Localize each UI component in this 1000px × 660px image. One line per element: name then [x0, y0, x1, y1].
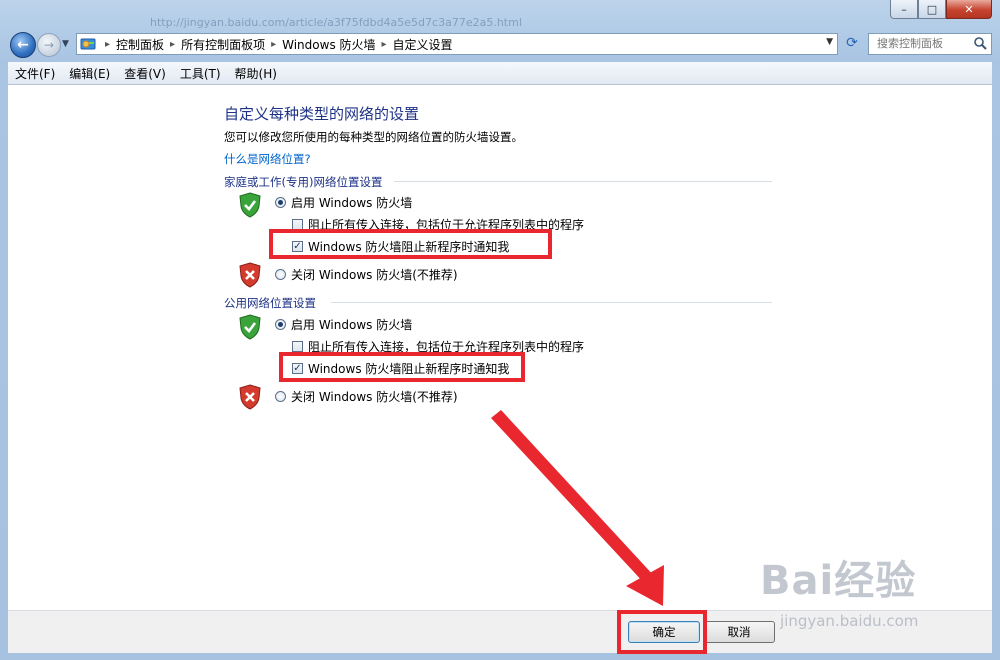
watermark-brand: Bai经验: [760, 558, 917, 604]
public-enable-label: 启用 Windows 防火墙: [291, 318, 413, 332]
maximize-icon: □: [926, 2, 938, 16]
search-icon[interactable]: [973, 36, 987, 50]
public-section-title: 公用网络位置设置: [224, 296, 316, 310]
page-description: 您可以修改您所使用的每种类型的网络位置的防火墙设置。: [224, 130, 523, 144]
public-disable-label: 关闭 Windows 防火墙(不推荐): [291, 390, 458, 404]
breadcrumb: ▸ 控制面板 ▸ 所有控制面板项 ▸ Windows 防火墙 ▸ 自定义设置: [99, 36, 453, 53]
private-disable-option[interactable]: 关闭 Windows 防火墙(不推荐): [275, 266, 458, 283]
shield-x-icon: [239, 262, 261, 288]
breadcrumb-separator-icon: ▸: [381, 38, 387, 50]
breadcrumb-item-all-items[interactable]: 所有控制面板项: [181, 36, 265, 53]
breadcrumb-separator-icon: ▸: [170, 38, 176, 50]
menu-bar: 文件(F) 编辑(E) 查看(V) 工具(T) 帮助(H): [8, 62, 992, 85]
annotation-box-ok-button: [617, 610, 707, 654]
control-panel-icon: [79, 36, 97, 52]
annotation-box-private-notify: [269, 229, 552, 259]
private-enable-option[interactable]: 启用 Windows 防火墙: [275, 194, 412, 211]
private-section-title: 家庭或工作(专用)网络位置设置: [224, 175, 383, 189]
menu-item-file[interactable]: 文件(F): [8, 65, 62, 82]
private-enable-label: 启用 Windows 防火墙: [291, 196, 413, 210]
breadcrumb-item-control-panel[interactable]: 控制面板: [116, 36, 164, 53]
close-icon: ✕: [964, 2, 974, 16]
menu-item-help[interactable]: 帮助(H): [228, 65, 284, 82]
address-dropdown-icon[interactable]: ▼: [826, 37, 833, 47]
forward-button[interactable]: →: [37, 33, 61, 57]
navigation-bar: ← → ▼ ▸ 控制面板 ▸ 所有控制面板项 ▸ Windows 防火墙 ▸ 自…: [0, 28, 1000, 60]
breadcrumb-item-custom-settings[interactable]: 自定义设置: [393, 36, 453, 53]
recent-pages-dropdown[interactable]: ▼: [62, 39, 69, 49]
window-controls: – □ ✕: [890, 0, 992, 20]
shield-check-icon: [239, 314, 261, 340]
arrow-left-icon: ←: [17, 37, 29, 53]
annotation-box-public-notify: [279, 352, 525, 382]
private-disable-radio[interactable]: [275, 269, 286, 280]
private-enable-radio[interactable]: [275, 197, 286, 208]
minimize-button[interactable]: –: [890, 0, 918, 19]
page-title: 自定义每种类型的网络的设置: [224, 105, 420, 123]
breadcrumb-separator-icon: ▸: [271, 38, 277, 50]
search-input[interactable]: [869, 34, 973, 52]
baidu-watermark: Bai经验 jingyan.baidu.com: [760, 548, 990, 638]
menu-item-view[interactable]: 查看(V): [117, 65, 173, 82]
close-button[interactable]: ✕: [946, 0, 992, 19]
back-button[interactable]: ←: [10, 32, 36, 58]
menu-item-tools[interactable]: 工具(T): [173, 65, 228, 82]
address-bar[interactable]: ▸ 控制面板 ▸ 所有控制面板项 ▸ Windows 防火墙 ▸ 自定义设置 ▼: [76, 33, 838, 55]
public-enable-radio[interactable]: [275, 319, 286, 330]
network-location-help-link[interactable]: 什么是网络位置?: [224, 151, 311, 167]
public-enable-option[interactable]: 启用 Windows 防火墙: [275, 316, 412, 333]
public-section-divider: [331, 302, 772, 303]
private-disable-label: 关闭 Windows 防火墙(不推荐): [291, 268, 458, 282]
window-frame: http://jingyan.baidu.com/article/a3f75fd…: [0, 0, 1000, 660]
arrow-right-icon: →: [43, 38, 55, 52]
refresh-icon: ⟳: [846, 35, 858, 51]
shield-x-icon: [239, 384, 261, 410]
breadcrumb-separator-icon: ▸: [105, 38, 111, 50]
refresh-button[interactable]: ⟳: [842, 34, 862, 52]
watermark-url: jingyan.baidu.com: [780, 612, 919, 630]
breadcrumb-item-firewall[interactable]: Windows 防火墙: [282, 36, 375, 53]
content-pane: 自定义每种类型的网络的设置 您可以修改您所使用的每种类型的网络位置的防火墙设置。…: [8, 85, 992, 610]
maximize-button[interactable]: □: [918, 0, 946, 19]
private-section-divider: [394, 181, 772, 182]
public-disable-option[interactable]: 关闭 Windows 防火墙(不推荐): [275, 388, 458, 405]
shield-check-icon: [239, 192, 261, 218]
public-disable-radio[interactable]: [275, 391, 286, 402]
search-box[interactable]: [868, 33, 992, 55]
minimize-icon: –: [901, 2, 907, 16]
public-block-all-checkbox[interactable]: [292, 341, 303, 352]
menu-item-edit[interactable]: 编辑(E): [62, 65, 117, 82]
